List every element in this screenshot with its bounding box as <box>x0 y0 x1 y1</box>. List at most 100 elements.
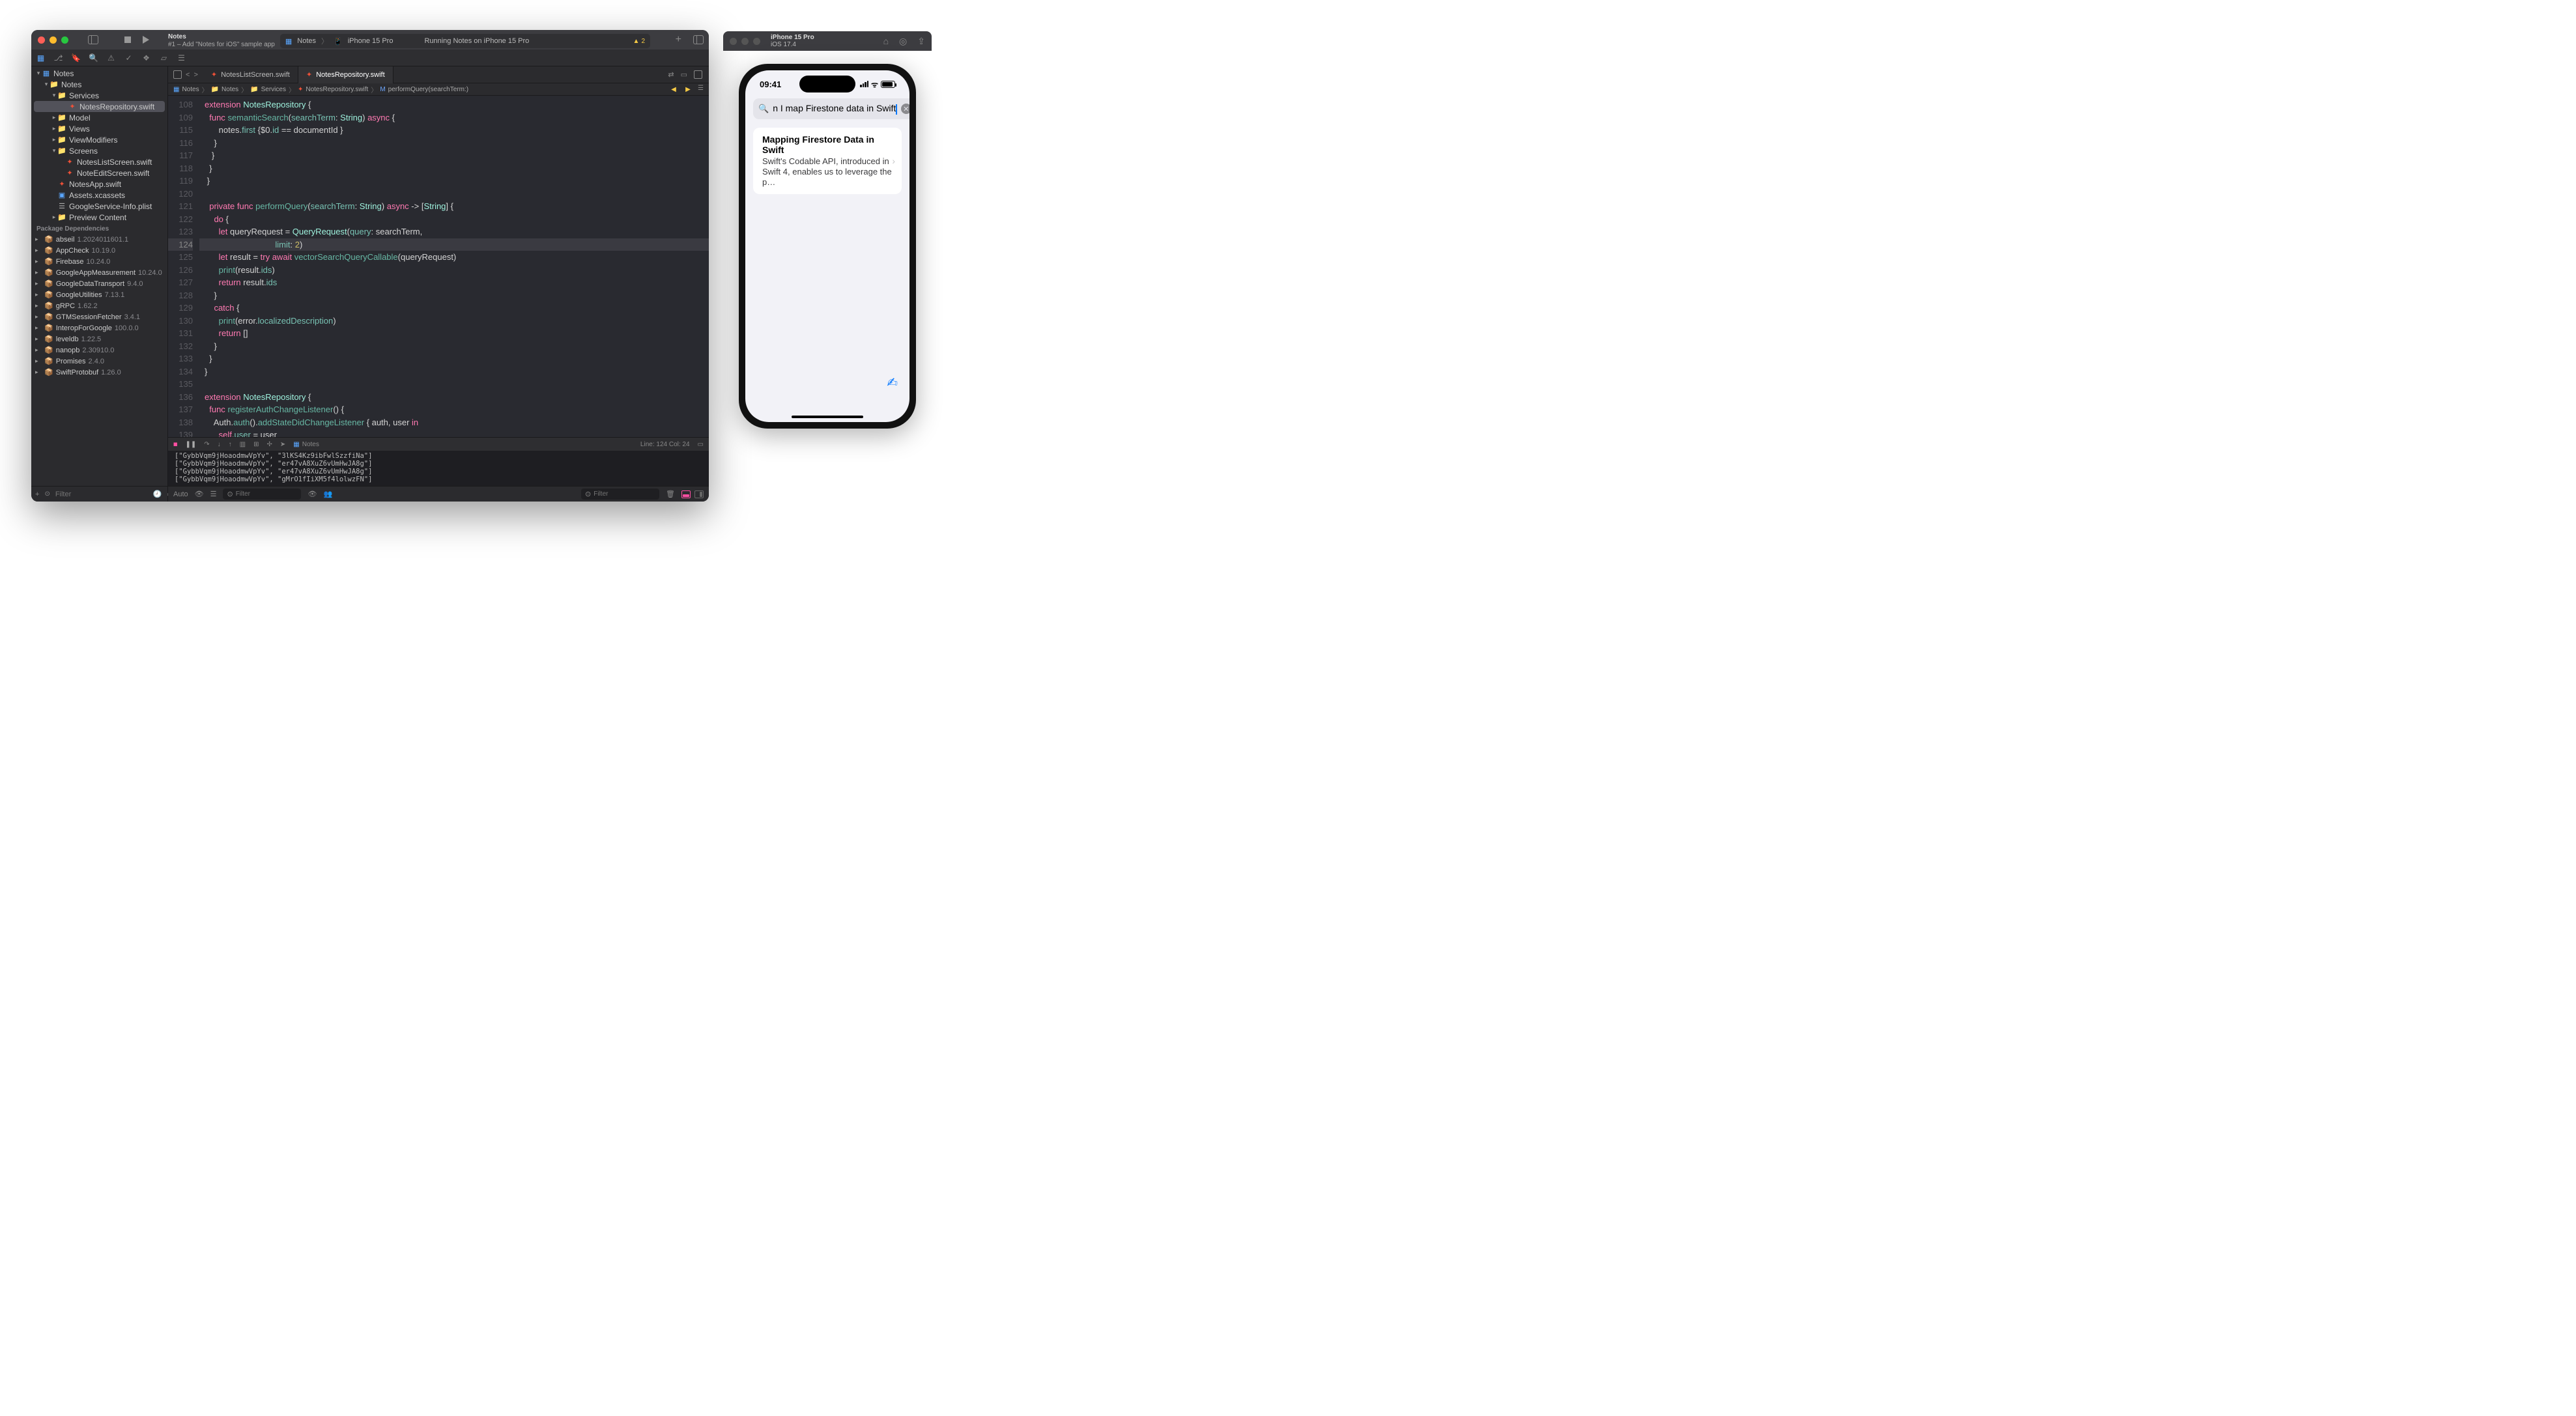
tree-file[interactable]: ✦NoteEditScreen.swift <box>31 167 167 178</box>
share-icon[interactable]: ⇪ <box>917 36 925 47</box>
toggle-navigator-icon[interactable] <box>88 35 98 44</box>
search-result-cell[interactable]: Mapping Firestore Data in Swift Swift's … <box>753 128 902 194</box>
tree-root[interactable]: ▾▦Notes <box>31 68 167 79</box>
package-dependency[interactable]: ▸📦leveldb 1.22.5 <box>31 333 167 345</box>
stop-button[interactable] <box>124 36 131 43</box>
location-simulate-icon[interactable]: ➤ <box>280 441 285 448</box>
nav-back-button[interactable]: < <box>186 71 190 79</box>
step-into-icon[interactable]: ↓ <box>218 441 221 448</box>
trash-icon[interactable]: 🗑 <box>666 490 675 498</box>
tree-folder[interactable]: ▾📁Screens <box>31 145 167 156</box>
jump-bar[interactable]: ▦Notes〉 📁Notes〉 📁Services〉 ✦NotesReposit… <box>168 83 709 96</box>
bookmarks-navigator-icon[interactable]: 🔖 <box>72 53 80 62</box>
environment-overrides-icon[interactable]: ✢ <box>267 441 272 448</box>
minimize-window-button[interactable] <box>50 36 57 44</box>
home-indicator[interactable] <box>792 416 863 418</box>
library-button[interactable]: + <box>676 34 681 46</box>
package-dependency[interactable]: ▸📦gRPC 1.62.2 <box>31 300 167 311</box>
tree-folder[interactable]: ▾📁Services <box>31 90 167 101</box>
tree-file[interactable]: ✦NotesApp.swift <box>31 178 167 190</box>
breakpoint-toggle-icon[interactable]: ⏹ <box>173 439 178 449</box>
prev-issue-button[interactable]: ◀ <box>669 85 678 94</box>
console-people-icon[interactable]: 👥 <box>323 490 332 498</box>
nav-forward-button[interactable]: > <box>193 71 197 79</box>
sim-traffic-lights[interactable] <box>730 38 760 45</box>
test-navigator-icon[interactable]: ✓ <box>124 53 133 62</box>
package-dependency[interactable]: ▸📦abseil 1.2024011601.1 <box>31 234 167 245</box>
report-navigator-icon[interactable]: ☰ <box>177 53 186 62</box>
package-dependency[interactable]: ▸📦InteropForGoogle 100.0.0 <box>31 322 167 333</box>
project-navigator-icon[interactable]: ▦ <box>36 53 45 62</box>
console-visibility-icon[interactable]: 👁 <box>308 490 317 498</box>
tree-folder[interactable]: ▸📁Views <box>31 123 167 134</box>
run-button[interactable] <box>143 36 149 44</box>
window-traffic-lights[interactable] <box>38 36 68 44</box>
sim-minimize-button[interactable] <box>741 38 749 45</box>
debug-navigator-icon[interactable]: ❖ <box>142 53 150 62</box>
canvas-toggle-icon[interactable]: ▭ <box>698 441 704 448</box>
add-button[interactable]: + <box>35 490 39 498</box>
next-issue-button[interactable]: ▶ <box>683 85 693 94</box>
tab-noteslistscreen[interactable]: ✦NotesListScreen.swift <box>203 66 298 83</box>
recent-files-icon[interactable]: 🕘 <box>153 490 162 498</box>
variables-view-mode[interactable]: Auto <box>173 490 188 498</box>
package-dependency[interactable]: ▸📦nanopb 2.30910.0 <box>31 345 167 356</box>
related-items-icon[interactable] <box>173 70 182 79</box>
visibility-icon[interactable]: 👁 <box>195 490 204 498</box>
iphone-screen[interactable]: 09:41 ᯤ 🔍 n I map Firestone data in Swif… <box>745 70 909 422</box>
close-window-button[interactable] <box>38 36 45 44</box>
tree-folder[interactable]: ▸📁Model <box>31 112 167 123</box>
sim-close-button[interactable] <box>730 38 737 45</box>
sim-zoom-button[interactable] <box>753 38 760 45</box>
variables-filter[interactable]: ⊙ <box>223 489 301 500</box>
home-button-icon[interactable]: ⌂ <box>883 36 889 47</box>
ios-search-field[interactable]: 🔍 n I map Firestone data in Swift ✕ <box>753 98 909 119</box>
minimap-toggle-icon[interactable]: ☰ <box>698 85 704 94</box>
zoom-window-button[interactable] <box>61 36 68 44</box>
screenshot-icon[interactable]: ◎ <box>899 36 907 47</box>
code-editor[interactable]: 1081091151161171181191201211221231241251… <box>168 96 709 437</box>
warnings-badge[interactable]: ▲ 2 <box>633 38 645 45</box>
step-over-icon[interactable]: ↷ <box>204 441 209 448</box>
package-dependency[interactable]: ▸📦GoogleDataTransport 9.4.0 <box>31 278 167 289</box>
tree-file[interactable]: ▣Assets.xcassets <box>31 190 167 201</box>
show-debug-area-icon[interactable] <box>681 490 691 498</box>
issue-navigator-icon[interactable]: ⚠ <box>107 53 115 62</box>
package-dependency[interactable]: ▸📦Firebase 10.24.0 <box>31 256 167 267</box>
breakpoint-navigator-icon[interactable]: ▱ <box>160 53 168 62</box>
tree-folder[interactable]: ▾📁Notes <box>31 79 167 90</box>
tree-file[interactable]: ☰GoogleService-Info.plist <box>31 201 167 212</box>
adjust-editor-options-icon[interactable]: ⇄ <box>668 70 674 79</box>
tree-file[interactable]: ✦NotesListScreen.swift <box>31 156 167 167</box>
package-dependency[interactable]: ▸📦Promises 2.4.0 <box>31 356 167 367</box>
package-dependency[interactable]: ▸📦SwiftProtobuf 1.26.0 <box>31 367 167 378</box>
memory-graph-icon[interactable]: ⊞ <box>253 441 259 448</box>
tab-notesrepository[interactable]: ✦NotesRepository.swift <box>298 66 394 83</box>
debug-view-icon[interactable]: ▥ <box>240 441 246 448</box>
debug-console[interactable]: ["GybbVqm9jHoaodmwVpYv", "3lKS4Kz9ibFwlS… <box>168 451 709 486</box>
show-right-panel-icon[interactable] <box>694 490 704 498</box>
toggle-inspector-icon[interactable] <box>693 35 704 44</box>
tree-folder[interactable]: ▸📁Preview Content <box>31 212 167 223</box>
activity-viewer[interactable]: ▦ Notes 〉 📱 iPhone 15 Pro Running Notes … <box>280 34 650 48</box>
console-filter[interactable]: ⊙ <box>581 489 659 500</box>
package-dependency[interactable]: ▸📦AppCheck 10.19.0 <box>31 245 167 256</box>
debug-process-selector[interactable]: ▦Notes <box>293 441 319 448</box>
find-navigator-icon[interactable]: 🔍 <box>89 53 98 62</box>
project-tree[interactable]: ▾▦Notes ▾📁Notes ▾📁Services ✦NotesReposit… <box>31 66 167 486</box>
clear-search-button[interactable]: ✕ <box>901 104 909 114</box>
pause-button[interactable]: ❚❚ <box>186 441 197 448</box>
package-dependency[interactable]: ▸📦GTMSessionFetcher 3.4.1 <box>31 311 167 322</box>
step-out-icon[interactable]: ↑ <box>229 441 232 448</box>
package-dependency[interactable]: ▸📦GoogleAppMeasurement 10.24.0 <box>31 267 167 278</box>
console-filter-input[interactable] <box>594 490 646 498</box>
clear-icon[interactable]: ☰ <box>210 490 217 498</box>
add-editor-icon[interactable] <box>694 70 702 79</box>
package-dependency[interactable]: ▸📦GoogleUtilities 7.13.1 <box>31 289 167 300</box>
code-body[interactable]: extension NotesRepository { func semanti… <box>199 96 709 437</box>
source-control-navigator-icon[interactable]: ⎇ <box>54 53 63 62</box>
variables-filter-input[interactable] <box>236 490 288 498</box>
tree-folder[interactable]: ▸📁ViewModifiers <box>31 134 167 145</box>
editor-layout-icon[interactable]: ▭ <box>681 70 687 79</box>
navigator-filter-input[interactable] <box>55 490 148 498</box>
